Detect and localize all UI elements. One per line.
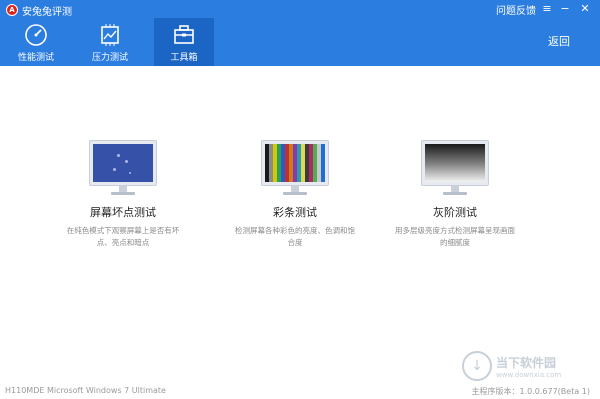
system-info: H110MDE Microsoft Windows 7 Ultimate xyxy=(5,386,166,395)
feedback-link[interactable]: 问题反馈 xyxy=(496,2,536,17)
back-button[interactable]: 返回 xyxy=(548,33,570,49)
monitor-icon xyxy=(421,140,489,198)
tab-label: 工具箱 xyxy=(170,53,198,63)
watermark-logo-icon: ↓ xyxy=(462,351,492,381)
monitor-icon xyxy=(261,140,329,198)
version-info: 主程序版本：1.0.0.677(Beta 1) xyxy=(471,387,591,396)
app-name: 安兔兔评测 xyxy=(22,6,72,18)
close-icon[interactable]: ✕ xyxy=(578,2,592,16)
app-logo-icon: A xyxy=(6,4,18,16)
tab-label: 压力测试 xyxy=(91,53,128,63)
cpu-chart-icon xyxy=(101,24,119,46)
watermark-name: 当下软件园 xyxy=(496,355,557,370)
tab-performance-test[interactable]: 性能测试 xyxy=(6,18,66,66)
tab-label: 性能测试 xyxy=(17,53,54,63)
color-stripe xyxy=(321,144,325,182)
watermark: ↓ 当下软件园 www.downxia.com xyxy=(462,346,582,386)
card-description: 用多层级亮度方式检测屏幕呈现画面的细腻度 xyxy=(395,226,515,247)
dead-pixel-test-card[interactable]: 屏幕坏点测试 在纯色模式下观察屏幕上是否有坏点、亮点和暗点 xyxy=(48,140,198,249)
tab-toolbox[interactable]: 工具箱 xyxy=(154,18,214,66)
minimize-icon[interactable]: − xyxy=(558,2,572,16)
app-title: A 安兔兔评测 xyxy=(6,2,72,18)
toolbox-icon xyxy=(174,25,194,44)
monitor-icon xyxy=(89,140,157,198)
grayscale-test-card[interactable]: 灰阶测试 用多层级亮度方式检测屏幕呈现画面的细腻度 xyxy=(380,140,530,249)
watermark-url: www.downxia.com xyxy=(496,370,562,379)
menu-icon[interactable]: ≡ xyxy=(540,2,554,16)
top-bar: A 安兔兔评测 问题反馈 ≡ − ✕ 性能测试 压力测试 工具箱 返回 xyxy=(0,0,600,66)
card-title: 屏幕坏点测试 xyxy=(90,206,156,219)
card-description: 在纯色模式下观察屏幕上是否有坏点、亮点和暗点 xyxy=(66,226,180,247)
card-title: 灰阶测试 xyxy=(433,206,477,219)
tab-stress-test[interactable]: 压力测试 xyxy=(80,18,140,66)
card-title: 彩条测试 xyxy=(273,206,317,219)
color-bar-test-card[interactable]: 彩条测试 检测屏幕各种彩色的亮度、色调和饱合度 xyxy=(220,140,370,249)
speedometer-icon xyxy=(25,24,47,46)
card-description: 检测屏幕各种彩色的亮度、色调和饱合度 xyxy=(235,226,355,247)
